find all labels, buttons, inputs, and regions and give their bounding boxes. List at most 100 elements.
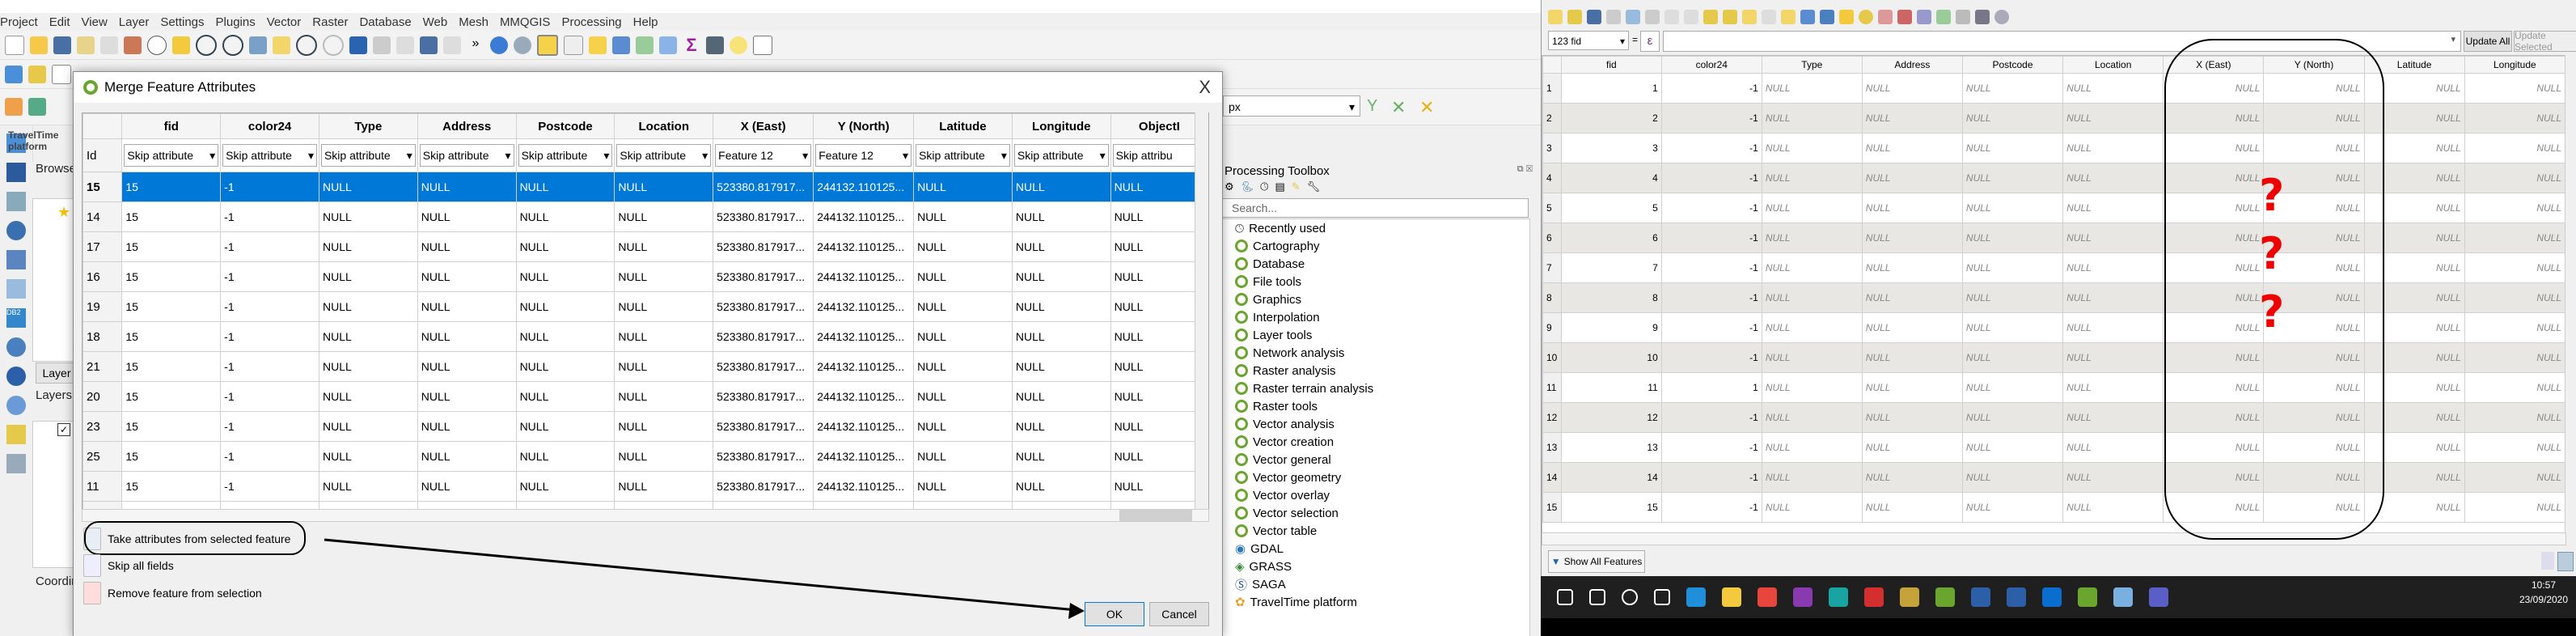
null-cell[interactable]: NULL (2062, 252, 2164, 283)
fid-cell[interactable]: 15 (1560, 492, 1662, 523)
add-db2-layer-icon[interactable]: DB2 (6, 308, 26, 328)
attribute-horizontal-scrollbar[interactable] (1542, 532, 2566, 545)
attribute-row[interactable]: 4 4 -1 NULL NULL NULL NULL NULL NULL NULL NULL (1542, 163, 2565, 193)
row-header[interactable]: 13 (1542, 432, 1562, 463)
null-cell[interactable]: NULL (2464, 492, 2565, 523)
add-wfs-layer-icon[interactable] (6, 396, 26, 415)
null-cell[interactable]: NULL (1861, 282, 1963, 313)
toolbox-item[interactable]: 🕓︎ Recently used (1222, 219, 1529, 237)
null-cell[interactable]: NULL (2464, 342, 2565, 373)
row-header[interactable]: 12 (1542, 402, 1562, 433)
row-header[interactable]: 10 (1542, 342, 1562, 373)
field-calculator-icon[interactable] (636, 36, 654, 54)
acrobat-icon[interactable] (1864, 587, 1884, 607)
attribute-row[interactable]: 10 10 -1 NULL NULL NULL NULL NULL NULL NULL NULL (1542, 342, 2565, 373)
toolbox-item[interactable]: ✿ TravelTime platform (1222, 593, 1529, 611)
digitize-icon[interactable] (5, 98, 23, 116)
reload-icon[interactable] (1606, 10, 1621, 24)
file-explorer-icon[interactable] (1722, 587, 1741, 607)
toolbox-item[interactable]: ◉ GDAL (1222, 540, 1529, 558)
color24-cell[interactable]: -1 (1660, 163, 1762, 193)
menu-edit[interactable]: Edit (49, 15, 70, 29)
zoom-to-selected-icon[interactable] (1859, 10, 1873, 24)
null-cell[interactable]: NULL (1861, 312, 1963, 343)
autodesk-app-icon[interactable] (1829, 587, 1848, 607)
zoom-to-selection-icon[interactable] (273, 36, 290, 54)
zoom-native-icon[interactable] (323, 34, 344, 56)
null-cell[interactable]: NULL (1961, 193, 2064, 223)
attr-column-header-2[interactable]: Type (1761, 56, 1863, 74)
row-header[interactable]: 6 (1542, 223, 1562, 253)
attribute-row[interactable]: 11 11 1 NULL NULL NULL NULL NULL NULL NULL NULL (1542, 372, 2565, 403)
null-cell[interactable]: NULL (2062, 133, 2164, 163)
tab-layer[interactable]: Layer (36, 363, 78, 384)
color24-cell[interactable]: -1 (1660, 103, 1762, 134)
zoom-next-icon[interactable] (373, 36, 391, 54)
run-feature-action-icon[interactable] (514, 36, 531, 54)
null-cell[interactable]: NULL (1961, 372, 2064, 403)
teams-icon[interactable] (2149, 587, 2168, 607)
row-header[interactable]: 14 (1542, 462, 1562, 493)
fid-cell[interactable]: 2 (1560, 103, 1662, 134)
attribute-row[interactable]: 9 9 -1 NULL NULL NULL NULL NULL NULL NULL NULL (1542, 312, 2565, 343)
null-cell[interactable]: NULL (1961, 492, 2064, 523)
fid-cell[interactable]: 10 (1560, 342, 1662, 373)
qgis-icon[interactable] (1935, 587, 1955, 607)
select-all-icon[interactable] (1742, 10, 1757, 24)
toolbox-item[interactable]: Raster analysis (1222, 362, 1529, 379)
null-cell[interactable]: NULL (1861, 103, 1963, 134)
ok-button[interactable]: OK (1085, 602, 1144, 626)
select-by-value-icon[interactable] (564, 35, 583, 55)
color24-cell[interactable]: 1 (1660, 372, 1762, 403)
add-spatialite-icon[interactable] (6, 250, 26, 269)
chrome-icon[interactable] (1758, 587, 1777, 607)
color24-cell[interactable]: -1 (1660, 432, 1762, 463)
null-cell[interactable]: NULL (2062, 402, 2164, 433)
toolbox-item[interactable]: File tools (1222, 273, 1529, 290)
toolbox-item[interactable]: Vector creation (1222, 433, 1529, 451)
move-selection-top-icon[interactable] (1820, 10, 1834, 24)
menu-raster[interactable]: Raster (312, 15, 348, 29)
fid-cell[interactable]: 11 (1560, 372, 1662, 403)
null-cell[interactable]: NULL (2464, 103, 2565, 134)
add-arcgis-layer-icon[interactable] (6, 425, 26, 444)
null-cell[interactable]: NULL (1761, 462, 1863, 493)
null-cell[interactable]: NULL (1961, 282, 2064, 313)
attribute-vertical-scrollbar[interactable] (2565, 55, 2576, 532)
add-feature-icon[interactable] (1626, 10, 1640, 24)
toolbox-item[interactable]: Network analysis (1222, 344, 1529, 362)
attribute-row[interactable]: 8 8 -1 NULL NULL NULL NULL NULL NULL NULL NULL (1542, 282, 2565, 313)
task-view-icon[interactable] (1654, 589, 1670, 605)
attribute-row[interactable]: 13 13 -1 NULL NULL NULL NULL NULL NULL NULL NULL (1542, 432, 2565, 463)
update-all-button[interactable]: Update All (2464, 31, 2512, 52)
null-cell[interactable]: NULL (1861, 223, 1963, 253)
add-point-icon[interactable] (28, 98, 46, 116)
actions-icon[interactable] (1956, 10, 1970, 24)
null-cell[interactable]: NULL (1861, 163, 1963, 193)
null-cell[interactable]: NULL (2464, 462, 2565, 493)
outlook-icon[interactable] (2042, 587, 2062, 607)
pdf-app-icon[interactable] (1793, 587, 1813, 607)
toolbox-item[interactable]: ◈ GRASS (1222, 558, 1529, 575)
pan-to-selection-icon[interactable] (172, 36, 190, 54)
null-cell[interactable]: NULL (1761, 252, 1863, 283)
menu-layer[interactable]: Layer (119, 15, 150, 29)
null-cell[interactable]: NULL (2464, 223, 2565, 253)
save-edits-icon[interactable] (1587, 10, 1601, 24)
row-header[interactable]: 9 (1542, 312, 1562, 343)
null-cell[interactable]: NULL (1961, 252, 2064, 283)
multi-edit-icon[interactable] (1567, 10, 1582, 24)
fid-cell[interactable]: 5 (1560, 193, 1662, 223)
attr-column-header-5[interactable]: Location (2062, 56, 2164, 74)
fid-cell[interactable]: 6 (1560, 223, 1662, 253)
color24-cell[interactable]: -1 (1660, 402, 1762, 433)
paste-icon[interactable] (1703, 10, 1718, 24)
null-cell[interactable]: NULL (2464, 282, 2565, 313)
identify-features-icon[interactable] (490, 36, 508, 54)
fid-cell[interactable]: 12 (1560, 402, 1662, 433)
save-project-icon[interactable] (53, 36, 71, 54)
row-header[interactable]: 8 (1542, 282, 1562, 313)
menu-database[interactable]: Database (359, 15, 411, 29)
notes-app-icon[interactable] (2113, 587, 2133, 607)
snap-topology-icon[interactable]: ✕ (1419, 97, 1437, 117)
